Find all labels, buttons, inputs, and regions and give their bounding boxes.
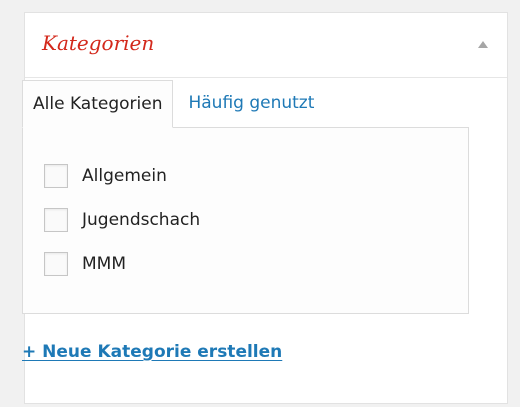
category-checkbox-mmm[interactable] <box>44 252 68 276</box>
list-item[interactable]: MMM <box>44 250 200 278</box>
category-label[interactable]: Jugendschach <box>82 208 200 232</box>
category-label[interactable]: Allgemein <box>82 164 167 188</box>
category-label[interactable]: MMM <box>82 252 126 276</box>
tab-all-categories[interactable]: Alle Kategorien <box>22 80 174 128</box>
metabox-header[interactable]: Kategorien <box>25 13 507 78</box>
metabox-title: Kategorien <box>42 31 155 55</box>
list-item[interactable]: Jugendschach <box>44 206 200 234</box>
list-item[interactable]: Allgemein <box>44 162 200 190</box>
tab-most-used[interactable]: Häufig genutzt <box>173 80 324 128</box>
category-tabs: Alle Kategorien Häufig genutzt <box>22 80 324 128</box>
category-checklist: Allgemein Jugendschach MMM <box>44 162 200 294</box>
collapse-arrow-up-icon[interactable] <box>478 41 488 48</box>
category-checkbox-allgemein[interactable] <box>44 164 68 188</box>
category-checkbox-jugendschach[interactable] <box>44 208 68 232</box>
category-checklist-panel: Allgemein Jugendschach MMM <box>22 127 469 314</box>
add-new-category-link[interactable]: + Neue Kategorie erstellen <box>22 341 282 363</box>
